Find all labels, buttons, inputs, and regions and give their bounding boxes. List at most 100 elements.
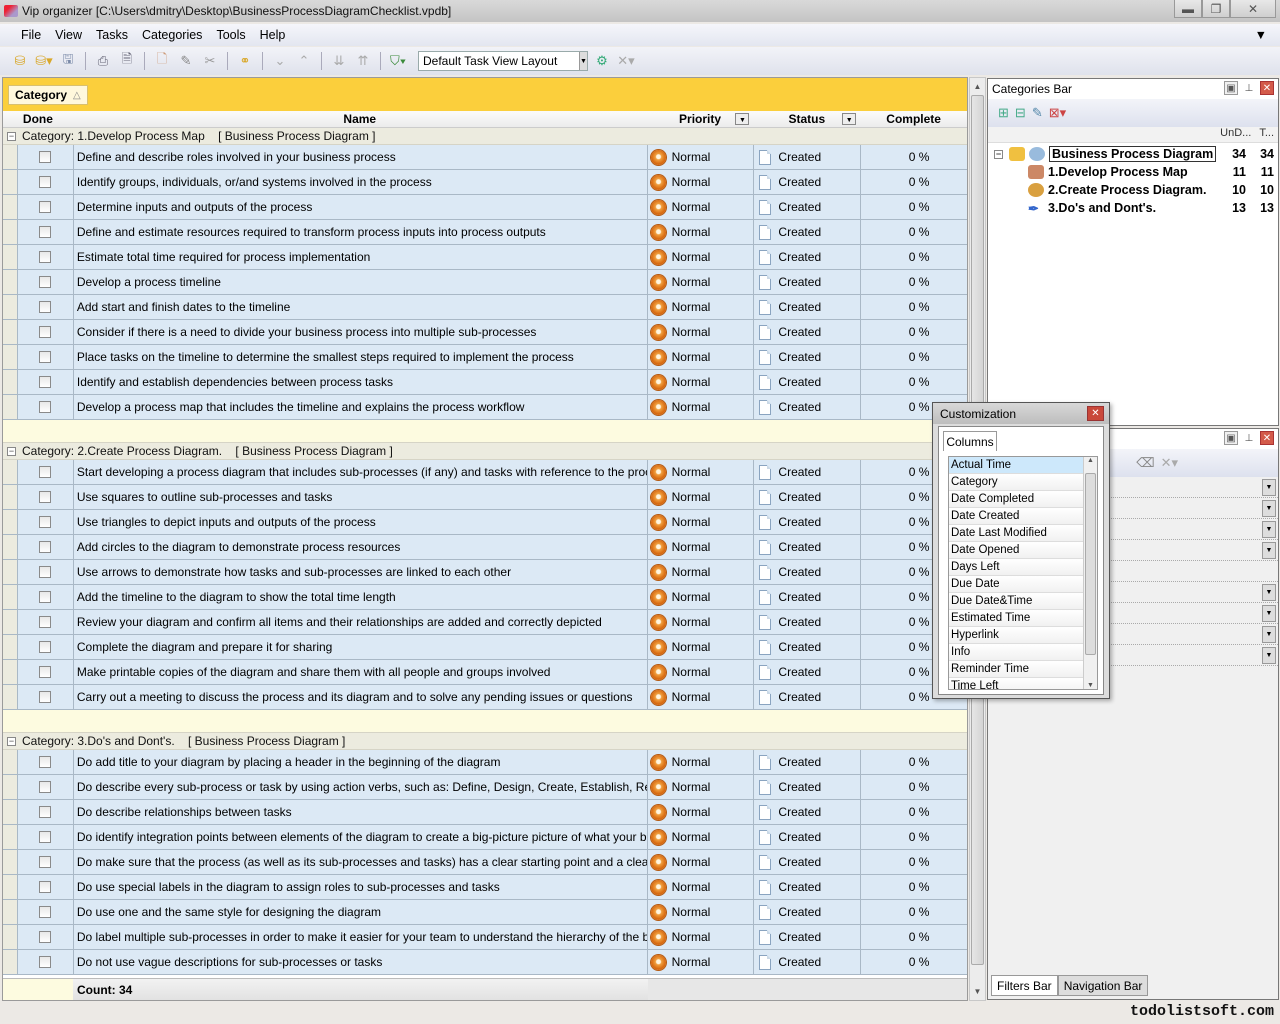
task-complete[interactable]: 0 % <box>860 295 967 319</box>
task-status[interactable]: Created <box>753 145 860 169</box>
done-checkbox[interactable] <box>39 301 52 313</box>
category-node-3[interactable]: ✒ 3.Do's and Dont's. 13 13 <box>988 199 1278 217</box>
task-complete[interactable]: 0 % <box>860 825 967 849</box>
task-row[interactable]: Do add title to your diagram by placing … <box>3 750 967 775</box>
task-row[interactable]: Use squares to outline sub-processes and… <box>3 485 967 510</box>
task-status[interactable]: Created <box>753 775 860 799</box>
task-priority[interactable]: Normal <box>646 370 754 394</box>
task-name[interactable]: Estimate total time required for process… <box>72 245 647 269</box>
tab-navigation-bar[interactable]: Navigation Bar <box>1057 975 1149 996</box>
filter-dropdown-icon[interactable]: ▼ <box>1262 626 1276 643</box>
task-complete[interactable]: 0 % <box>860 220 967 244</box>
task-row[interactable]: Do describe relationships between tasks N… <box>3 800 967 825</box>
task-priority[interactable]: Normal <box>646 750 754 774</box>
task-status[interactable]: Created <box>753 925 860 949</box>
task-complete[interactable]: 0 % <box>860 270 967 294</box>
task-row[interactable]: Consider if there is a need to divide yo… <box>3 320 967 345</box>
task-complete[interactable]: 0 % <box>860 850 967 874</box>
done-checkbox[interactable] <box>39 856 52 868</box>
clear-filter-icon[interactable]: ⌫ <box>1136 455 1154 471</box>
move-top-icon[interactable]: ⇈ <box>353 51 373 71</box>
add-subcategory-icon[interactable]: ⊟ <box>1015 105 1026 121</box>
add-category-icon[interactable]: ⊞ <box>998 105 1009 121</box>
column-chooser-item[interactable]: Date Opened <box>949 542 1083 559</box>
task-name[interactable]: Identify groups, individuals, or/and sys… <box>72 170 647 194</box>
task-name[interactable]: Identify and establish dependencies betw… <box>72 370 647 394</box>
task-row[interactable]: Do use one and the same style for design… <box>3 900 967 925</box>
minimize-button[interactable]: ▬ <box>1174 0 1202 18</box>
columns-list-scrollbar[interactable]: ▲ ▼ <box>1083 457 1097 689</box>
done-checkbox[interactable] <box>39 151 52 163</box>
task-name[interactable]: Use arrows to demonstrate how tasks and … <box>72 560 647 584</box>
category-node-root[interactable]: − Business Process Diagram 34 34 <box>988 145 1278 163</box>
task-name[interactable]: Do add title to your diagram by placing … <box>72 750 647 774</box>
filter-dropdown-icon[interactable]: ▼ <box>1262 500 1276 517</box>
task-complete[interactable]: 0 % <box>860 750 967 774</box>
float-pane-icon[interactable]: ▣ <box>1224 431 1238 445</box>
collapse-icon[interactable]: − <box>7 131 16 141</box>
task-row[interactable]: Do make sure that the process (as well a… <box>3 850 967 875</box>
task-priority[interactable]: Normal <box>646 825 754 849</box>
task-status[interactable]: Created <box>753 950 860 974</box>
task-row[interactable]: Review your diagram and confirm all item… <box>3 610 967 635</box>
task-status[interactable]: Created <box>753 610 860 634</box>
column-undone[interactable]: UnD... <box>1220 127 1251 142</box>
task-row[interactable]: Do describe every sub-process or task by… <box>3 775 967 800</box>
task-name[interactable]: Carry out a meeting to discuss the proce… <box>72 685 647 709</box>
task-status[interactable]: Created <box>753 635 860 659</box>
task-status[interactable]: Created <box>753 220 860 244</box>
column-chooser-item[interactable]: Due Date <box>949 576 1083 593</box>
task-row[interactable]: Use arrows to demonstrate how tasks and … <box>3 560 967 585</box>
task-name[interactable]: Make printable copies of the diagram and… <box>72 660 647 684</box>
column-chooser-item[interactable]: Date Created <box>949 508 1083 525</box>
task-row[interactable]: Determine inputs and outputs of the proc… <box>3 195 967 220</box>
done-checkbox[interactable] <box>39 691 52 703</box>
task-complete[interactable]: 0 % <box>860 950 967 974</box>
task-status[interactable]: Created <box>753 875 860 899</box>
column-chooser-item[interactable]: Date Completed <box>949 491 1083 508</box>
column-header-name[interactable]: Name <box>73 111 647 127</box>
task-name[interactable]: Do use special labels in the diagram to … <box>72 875 647 899</box>
task-status[interactable]: Created <box>753 585 860 609</box>
task-priority[interactable]: Normal <box>646 220 754 244</box>
task-priority[interactable]: Normal <box>646 535 754 559</box>
new-task-icon[interactable]: 🗋 <box>152 51 172 71</box>
layout-dropdown-icon[interactable]: ▼ <box>579 52 587 70</box>
task-status[interactable]: Created <box>753 750 860 774</box>
task-name[interactable]: Add circles to the diagram to demonstrat… <box>72 535 647 559</box>
done-checkbox[interactable] <box>39 831 52 843</box>
task-priority[interactable]: Normal <box>646 660 754 684</box>
task-status[interactable]: Created <box>753 800 860 824</box>
task-priority[interactable]: Normal <box>646 635 754 659</box>
task-complete[interactable]: 0 % <box>860 800 967 824</box>
float-pane-icon[interactable]: ▣ <box>1224 81 1238 95</box>
task-name[interactable]: Develop a process map that includes the … <box>72 395 647 419</box>
task-row[interactable]: Define and estimate resources required t… <box>3 220 967 245</box>
filter-dropdown-icon[interactable]: ▼ <box>1262 584 1276 601</box>
task-name[interactable]: Use triangles to depict inputs and outpu… <box>72 510 647 534</box>
done-checkbox[interactable] <box>39 781 52 793</box>
task-status[interactable]: Created <box>753 560 860 584</box>
task-row[interactable]: Carry out a meeting to discuss the proce… <box>3 685 967 710</box>
save-database-icon[interactable]: 🖫 <box>58 51 78 71</box>
task-status[interactable]: Created <box>753 320 860 344</box>
task-priority[interactable]: Normal <box>646 345 754 369</box>
column-chooser-item[interactable]: Actual Time <box>949 457 1083 474</box>
done-checkbox[interactable] <box>39 401 52 413</box>
task-status[interactable]: Created <box>753 825 860 849</box>
task-status[interactable]: Created <box>753 660 860 684</box>
done-checkbox[interactable] <box>39 616 52 628</box>
category-group-header[interactable]: − Category: 2.Create Process Diagram. [ B… <box>3 443 967 460</box>
task-status[interactable]: Created <box>753 850 860 874</box>
column-chooser-item[interactable]: Date Last Modified <box>949 525 1083 542</box>
move-up-icon[interactable]: ⌃ <box>294 51 314 71</box>
done-checkbox[interactable] <box>39 806 52 818</box>
done-checkbox[interactable] <box>39 326 52 338</box>
task-name[interactable]: Do not use vague descriptions for sub-pr… <box>72 950 647 974</box>
task-row[interactable]: Develop a process map that includes the … <box>3 395 967 420</box>
task-name[interactable]: Do identify integration points between e… <box>72 825 647 849</box>
done-checkbox[interactable] <box>39 201 52 213</box>
column-header-priority[interactable]: Priority ▼ <box>647 111 754 127</box>
task-priority[interactable]: Normal <box>646 610 754 634</box>
task-priority[interactable]: Normal <box>646 485 754 509</box>
